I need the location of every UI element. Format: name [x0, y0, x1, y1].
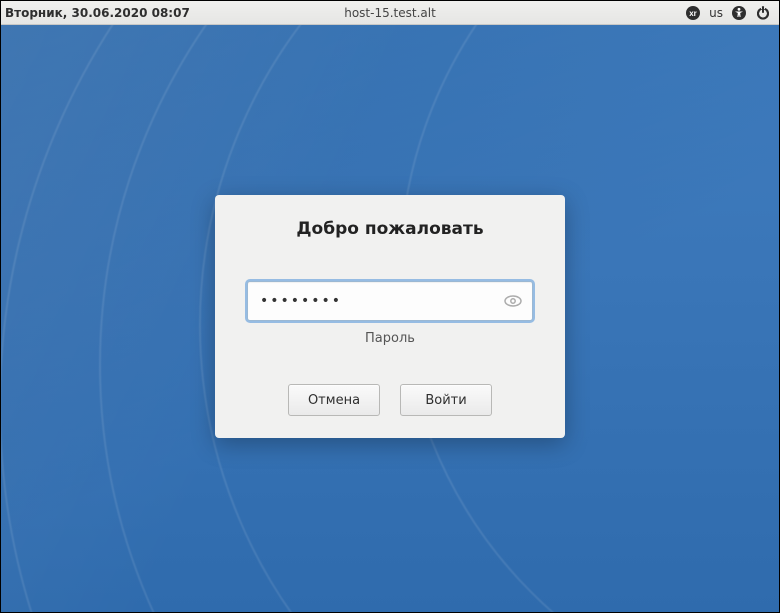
login-dialog: Добро пожаловать Пароль Отмена Войти [215, 195, 565, 438]
top-panel: Вторник, 30.06.2020 08:07 host-15.test.a… [1, 1, 779, 25]
display-settings-icon[interactable]: xr [685, 5, 701, 21]
power-icon[interactable] [755, 5, 771, 21]
password-label: Пароль [241, 331, 539, 346]
password-input[interactable] [247, 281, 533, 321]
accessibility-icon[interactable] [731, 5, 747, 21]
login-button[interactable]: Войти [400, 384, 492, 416]
button-row: Отмена Войти [241, 384, 539, 416]
login-title: Добро пожаловать [241, 219, 539, 239]
clock-datetime: Вторник, 30.06.2020 08:07 [1, 6, 190, 20]
reveal-password-icon[interactable] [503, 291, 523, 311]
cancel-button[interactable]: Отмена [288, 384, 380, 416]
system-tray: xr us [685, 5, 779, 21]
desktop-background: Добро пожаловать Пароль Отмена Войти [1, 25, 779, 612]
svg-text:xr: xr [689, 9, 697, 18]
keyboard-layout-indicator[interactable]: us [709, 6, 723, 20]
password-field-wrap [247, 281, 533, 321]
hostname-label: host-15.test.alt [344, 6, 436, 20]
